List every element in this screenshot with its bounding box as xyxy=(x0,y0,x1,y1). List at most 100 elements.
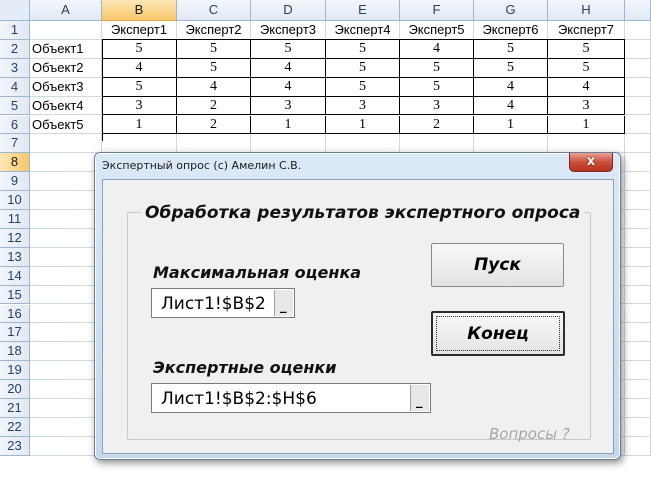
cell-i20[interactable] xyxy=(625,380,651,399)
cell-i9[interactable] xyxy=(625,172,651,192)
row-header-5[interactable]: 5 xyxy=(0,96,30,116)
max-score-refedit[interactable]: Лист1!$B$2 _ xyxy=(151,288,295,318)
row-header-13[interactable]: 13 xyxy=(0,247,30,267)
row-header-4[interactable]: 4 xyxy=(0,77,30,97)
select-all-corner[interactable] xyxy=(0,0,30,21)
row-header-22[interactable]: 22 xyxy=(0,417,30,437)
score-cell[interactable]: 5 xyxy=(474,39,548,59)
column-header-g[interactable]: G xyxy=(474,0,548,21)
row-header-3[interactable]: 3 xyxy=(0,58,30,78)
score-cell[interactable]: 5 xyxy=(326,58,400,78)
close-button[interactable]: x xyxy=(569,153,613,172)
score-cell[interactable]: 4 xyxy=(400,39,474,59)
column-header-f[interactable]: F xyxy=(400,0,474,21)
cell-i16[interactable] xyxy=(625,304,651,324)
cell-d7[interactable] xyxy=(251,134,326,154)
row-header-17[interactable]: 17 xyxy=(0,323,30,343)
score-cell[interactable]: 1 xyxy=(474,115,548,135)
column-header-h[interactable]: H xyxy=(548,0,625,21)
cell-e7[interactable] xyxy=(326,134,400,154)
score-cell[interactable]: 3 xyxy=(102,96,177,116)
cell-i7[interactable] xyxy=(625,134,651,154)
score-cell[interactable]: 4 xyxy=(474,77,548,97)
object-label-cell[interactable]: Объект2 xyxy=(30,58,102,78)
score-cell[interactable]: 2 xyxy=(177,115,251,135)
score-cell[interactable]: 5 xyxy=(102,77,177,97)
column-header-partial[interactable] xyxy=(625,0,651,21)
help-link[interactable]: Вопросы ? xyxy=(489,425,570,443)
row-header-12[interactable]: 12 xyxy=(0,228,30,248)
column-header-c[interactable]: C xyxy=(177,0,251,21)
cell-a20[interactable] xyxy=(30,380,102,399)
expert-header-cell[interactable]: Эксперт3 xyxy=(251,21,326,40)
score-cell[interactable]: 1 xyxy=(548,115,625,135)
row-header-21[interactable]: 21 xyxy=(0,399,30,418)
cell-i23[interactable] xyxy=(625,436,651,456)
score-cell[interactable]: 3 xyxy=(400,96,474,116)
cell-i6[interactable] xyxy=(625,115,651,135)
cell-i10[interactable] xyxy=(625,191,651,210)
expert-scores-collapse-button[interactable]: _ xyxy=(410,385,429,411)
cell-i8[interactable] xyxy=(625,153,651,173)
object-label-cell[interactable]: Объект1 xyxy=(30,39,102,59)
cell-a21[interactable] xyxy=(30,399,102,418)
object-label-cell[interactable]: Объект3 xyxy=(30,77,102,97)
cell-a16[interactable] xyxy=(30,304,102,324)
column-header-d[interactable]: D xyxy=(251,0,326,21)
expert-header-cell[interactable]: Эксперт7 xyxy=(548,21,625,40)
score-cell[interactable]: 4 xyxy=(548,77,625,97)
cell-a12[interactable] xyxy=(30,228,102,248)
column-header-e[interactable]: E xyxy=(326,0,400,21)
cell-a8[interactable] xyxy=(30,153,102,173)
cell-i12[interactable] xyxy=(625,228,651,248)
expert-header-cell[interactable]: Эксперт4 xyxy=(326,21,400,40)
row-header-1[interactable]: 1 xyxy=(0,21,30,40)
score-cell[interactable]: 4 xyxy=(177,77,251,97)
expert-header-cell[interactable]: Эксперт1 xyxy=(102,21,177,40)
score-cell[interactable]: 5 xyxy=(474,58,548,78)
cell-a1[interactable] xyxy=(30,21,102,40)
row-header-15[interactable]: 15 xyxy=(0,285,30,305)
cell-i4[interactable] xyxy=(625,77,651,97)
object-label-cell[interactable]: Объект4 xyxy=(30,96,102,116)
cell-a15[interactable] xyxy=(30,285,102,305)
row-header-20[interactable]: 20 xyxy=(0,380,30,399)
cell-a13[interactable] xyxy=(30,247,102,267)
score-cell[interactable]: 5 xyxy=(548,39,625,59)
row-header-2[interactable]: 2 xyxy=(0,39,30,59)
score-cell[interactable]: 2 xyxy=(400,115,474,135)
cell-a7[interactable] xyxy=(30,134,102,154)
score-cell[interactable]: 5 xyxy=(326,77,400,97)
row-header-14[interactable]: 14 xyxy=(0,266,30,286)
end-button[interactable]: Конец xyxy=(431,311,565,356)
score-cell[interactable]: 5 xyxy=(177,58,251,78)
score-cell[interactable]: 3 xyxy=(548,96,625,116)
cell-a9[interactable] xyxy=(30,172,102,192)
cell-a19[interactable] xyxy=(30,361,102,381)
cell-i19[interactable] xyxy=(625,361,651,381)
cell-i2[interactable] xyxy=(625,39,651,59)
cell-i15[interactable] xyxy=(625,285,651,305)
max-score-collapse-button[interactable]: _ xyxy=(274,290,293,316)
cell-a14[interactable] xyxy=(30,266,102,286)
row-header-9[interactable]: 9 xyxy=(0,172,30,192)
score-cell[interactable]: 4 xyxy=(251,58,326,78)
cell-g7[interactable] xyxy=(474,134,548,154)
score-cell[interactable]: 1 xyxy=(251,115,326,135)
score-cell[interactable]: 1 xyxy=(102,115,177,135)
score-cell[interactable]: 5 xyxy=(177,39,251,59)
row-header-6[interactable]: 6 xyxy=(0,115,30,135)
row-header-8[interactable]: 8 xyxy=(0,153,30,173)
expert-header-cell[interactable]: Эксперт2 xyxy=(177,21,251,40)
score-cell[interactable]: 5 xyxy=(251,39,326,59)
score-cell[interactable]: 1 xyxy=(326,115,400,135)
cell-a10[interactable] xyxy=(30,191,102,210)
row-header-18[interactable]: 18 xyxy=(0,342,30,362)
score-cell[interactable]: 2 xyxy=(177,96,251,116)
cell-f7[interactable] xyxy=(400,134,474,154)
score-cell[interactable]: 5 xyxy=(102,39,177,59)
cell-i17[interactable] xyxy=(625,323,651,343)
cell-a17[interactable] xyxy=(30,323,102,343)
score-cell[interactable]: 5 xyxy=(400,58,474,78)
object-label-cell[interactable]: Объект5 xyxy=(30,115,102,135)
